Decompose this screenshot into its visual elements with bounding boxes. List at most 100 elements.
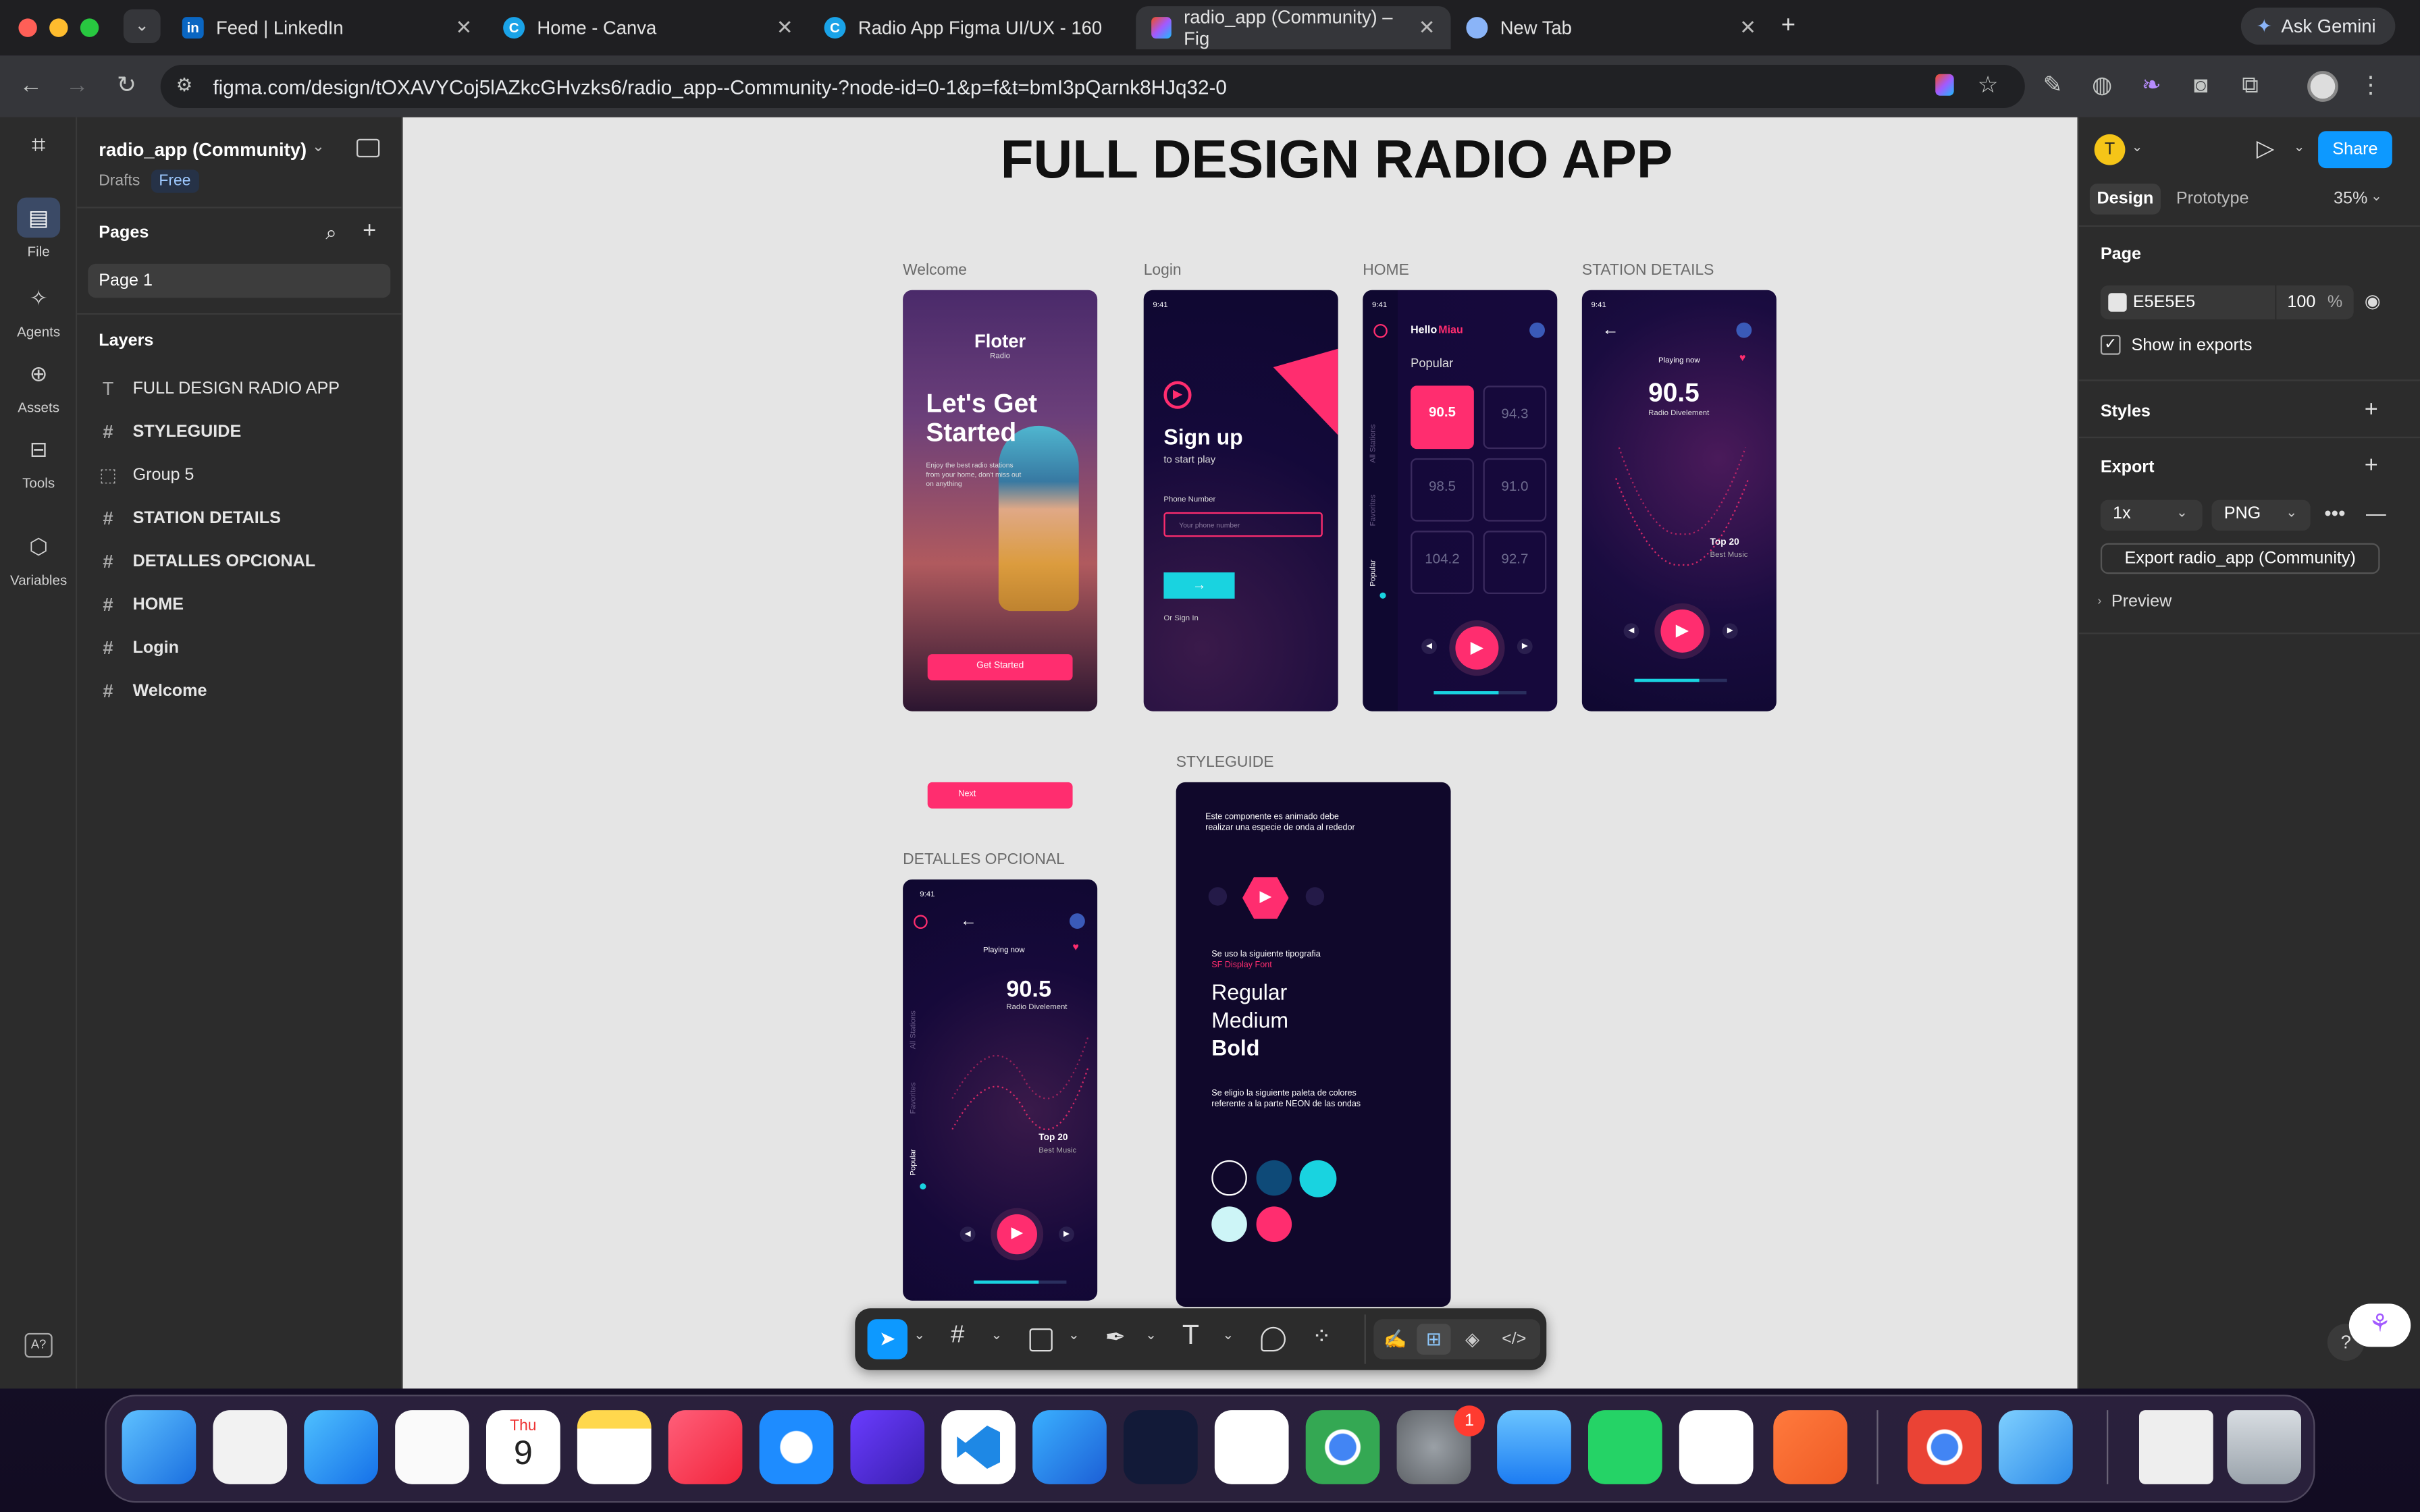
page-opacity-value[interactable]: 100 [2287, 293, 2315, 311]
maximize-window-button[interactable] [80, 18, 99, 37]
feather-extension-icon[interactable]: ❧ [2136, 71, 2167, 102]
tab-search-button[interactable]: ⌄ [123, 9, 161, 43]
rail-assets[interactable]: ⊕ Assets [0, 353, 77, 415]
draw-mode-icon[interactable]: ✍ [1379, 1324, 1411, 1355]
favorite-heart-icon[interactable]: ♥ [1073, 943, 1080, 954]
next-arrow-button[interactable]: → [1163, 572, 1235, 599]
visibility-eye-icon[interactable]: ◉ [2365, 290, 2381, 312]
figma-extension-icon[interactable] [1935, 74, 1954, 96]
downloads-stack-icon[interactable] [2138, 1410, 2213, 1484]
show-in-exports-checkbox[interactable]: ✓ [2100, 334, 2121, 355]
new-tab-button[interactable]: + [1781, 12, 1795, 40]
dev-mode-icon[interactable]: </> [1497, 1324, 1531, 1355]
move-tool-chevron-icon[interactable]: ⌄ [914, 1327, 925, 1344]
preview-chevron-icon[interactable]: › [2097, 594, 2101, 608]
accessibility-text-icon[interactable]: A? [24, 1332, 53, 1358]
remove-export-icon[interactable]: — [2366, 502, 2386, 524]
add-style-icon[interactable]: + [2365, 396, 2378, 423]
prev-icon[interactable]: ◀ [1421, 639, 1437, 655]
music-app-icon[interactable] [668, 1410, 743, 1484]
layer-welcome[interactable]: # Welcome [99, 676, 207, 707]
frame-tool-chevron-icon[interactable]: ⌄ [991, 1327, 1002, 1344]
actions-tool-icon[interactable]: ⁘ [1312, 1322, 1332, 1350]
scale-chevron-icon[interactable]: ⌄ [2176, 504, 2188, 521]
chrome-menu-icon[interactable]: ⋮ [2355, 71, 2386, 102]
page-color-value[interactable]: E5E5E5 [2133, 293, 2195, 311]
back-arrow-icon[interactable]: ← [16, 71, 47, 102]
detalles-tab-all-stations[interactable]: All Stations [909, 1010, 918, 1049]
xcode-app-icon[interactable] [1032, 1410, 1107, 1484]
close-tab-icon[interactable]: ✕ [455, 16, 472, 40]
export-options-icon[interactable]: ••• [2324, 502, 2345, 524]
tab-prototype[interactable]: Prototype [2176, 190, 2249, 208]
finder-app-icon[interactable] [122, 1410, 196, 1484]
frame-label-station-details[interactable]: STATION DETAILS [1582, 263, 1714, 279]
add-export-icon[interactable]: + [2365, 452, 2378, 479]
framer-app-icon[interactable] [850, 1410, 925, 1484]
shape-tool-chevron-icon[interactable]: ⌄ [1068, 1327, 1080, 1344]
address-bar[interactable]: figma.com/design/tOXAVYCoj5lAZkcGHvzks6/… [160, 64, 2025, 108]
comment-tool-icon[interactable] [1261, 1326, 1286, 1352]
zoom-level[interactable]: 35% [2334, 190, 2367, 208]
close-tab-icon[interactable]: ✕ [777, 16, 793, 40]
ask-gemini-button[interactable]: ✦ Ask Gemini [2240, 7, 2396, 45]
page-color-swatch[interactable] [2108, 293, 2127, 312]
page-item-page-1[interactable]: Page 1 [88, 263, 391, 298]
frame-label-styleguide[interactable]: STYLEGUIDE [1176, 755, 1274, 772]
file-name[interactable]: radio_app (Community) [99, 139, 307, 161]
app-store-icon[interactable] [304, 1410, 378, 1484]
reminders-app-icon[interactable] [395, 1410, 469, 1484]
pen-tool-icon[interactable]: ✒ [1105, 1322, 1126, 1353]
or-sign-in-link[interactable]: Or Sign In [1163, 614, 1198, 624]
tab-canva-radio[interactable]: C Radio App Figma UI/UX - 160 [809, 6, 1130, 49]
component-mode-icon[interactable]: ◈ [1457, 1324, 1488, 1355]
postman-app-icon[interactable] [1773, 1410, 1847, 1484]
present-play-icon[interactable]: ▷ [2257, 134, 2274, 162]
next-icon[interactable]: ▶ [1722, 623, 1738, 639]
safari-app-icon[interactable] [759, 1410, 834, 1484]
whatsapp-app-icon[interactable] [1587, 1410, 1662, 1484]
reload-icon[interactable]: ↻ [111, 71, 142, 102]
welcome-frame[interactable]: Floter Radio Let's Get Started Enjoy the… [903, 290, 1098, 711]
detalles-tab-popular[interactable]: Popular [909, 1149, 918, 1175]
screen-share-app-icon[interactable] [1998, 1410, 2073, 1484]
back-arrow-icon[interactable]: ← [960, 912, 977, 930]
back-arrow-icon[interactable]: ← [1602, 321, 1619, 339]
calendar-app-icon[interactable]: Thu 9 [485, 1410, 560, 1484]
detalles-play-button[interactable]: ▶ [997, 1214, 1037, 1255]
instruments-app-icon[interactable] [1214, 1410, 1289, 1484]
frame-label-home[interactable]: HOME [1363, 263, 1409, 279]
layer-station-details[interactable]: # STATION DETAILS [99, 503, 281, 534]
add-page-icon[interactable]: + [363, 217, 376, 244]
station-card-2[interactable]: 94.3 [1483, 385, 1547, 450]
text-tool-icon[interactable]: T [1182, 1319, 1199, 1351]
rail-variables[interactable]: ⬡ Variables [0, 526, 77, 588]
canvas-title[interactable]: FULL DESIGN RADIO APP [864, 130, 1809, 191]
launchpad-app-icon[interactable] [213, 1410, 288, 1484]
trash-icon[interactable] [2227, 1410, 2301, 1484]
move-tool-icon[interactable]: ➤ [867, 1319, 908, 1359]
home-user-avatar[interactable] [1529, 322, 1545, 338]
styleguide-frame[interactable]: Este componente es animado debe realizar… [1176, 782, 1451, 1307]
affinity-app-icon[interactable] [1123, 1410, 1198, 1484]
export-button[interactable]: Export radio_app (Community) [2100, 543, 2380, 574]
favorite-heart-icon[interactable]: ♥ [1739, 353, 1746, 364]
get-started-button[interactable]: Get Started [927, 654, 1073, 680]
chrome-canary-app-icon[interactable] [1908, 1410, 1982, 1484]
avatar-chevron-icon[interactable]: ⌄ [2132, 139, 2143, 156]
home-frame[interactable]: 9:41 Hello Miau Popular All Stations Fav… [1363, 290, 1558, 711]
rail-file[interactable]: ▤ File [0, 197, 77, 259]
slack-app-icon[interactable] [1679, 1410, 1754, 1484]
present-chevron-icon[interactable]: ⌄ [2294, 139, 2305, 156]
frame-tool-icon[interactable]: # [951, 1322, 964, 1350]
eyedropper-icon[interactable]: ✎ [2037, 71, 2068, 102]
rectangle-tool-icon[interactable] [1029, 1328, 1053, 1352]
next-icon[interactable]: ▶ [1517, 639, 1533, 655]
station-card-5[interactable]: 104.2 [1411, 531, 1474, 594]
phone-number-input[interactable]: Your phone number [1163, 512, 1323, 537]
close-tab-icon[interactable]: ✕ [1419, 16, 1436, 40]
forward-arrow-icon[interactable]: → [61, 71, 93, 102]
layer-full-design-radio-app[interactable]: T FULL DESIGN RADIO APP [99, 373, 340, 404]
station-card-6[interactable]: 92.7 [1483, 531, 1547, 594]
layer-group-5[interactable]: ⬚ Group 5 [99, 460, 194, 491]
